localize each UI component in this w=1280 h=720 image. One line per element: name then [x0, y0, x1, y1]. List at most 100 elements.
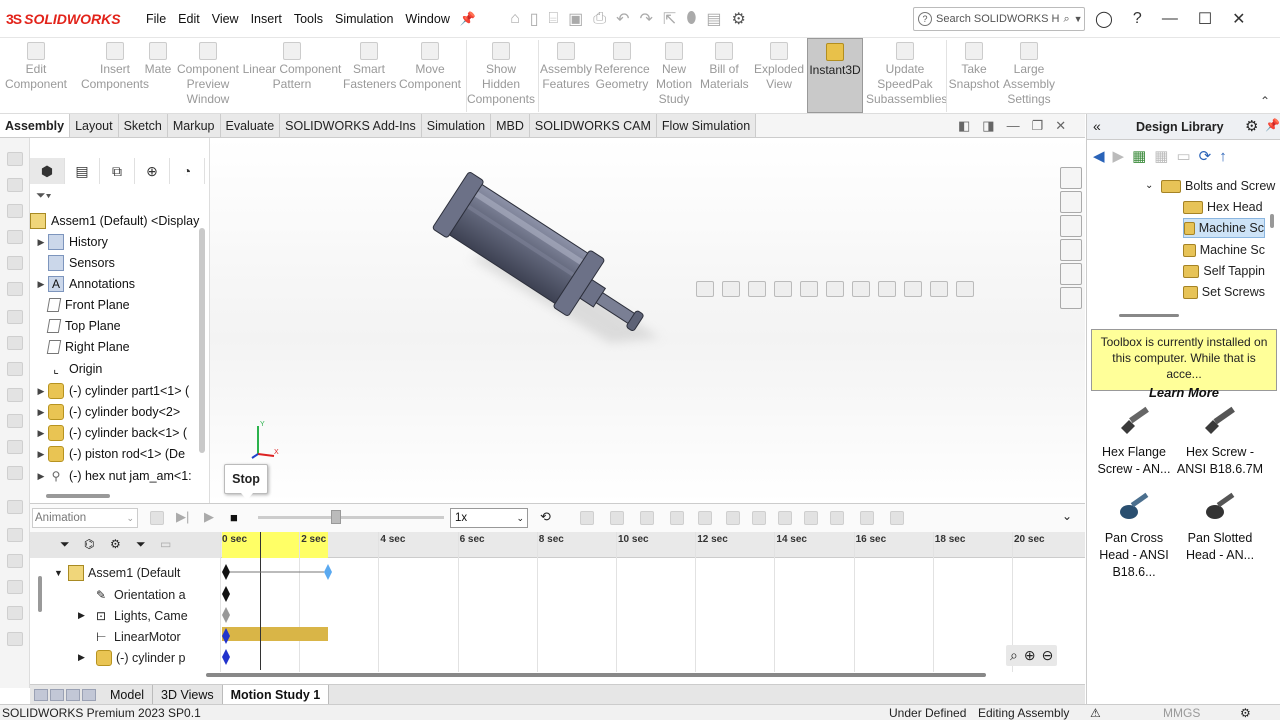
large-assembly-settings-button[interactable]: Large Assembly Settings [1002, 42, 1056, 107]
tile-right-icon[interactable]: ◨ [982, 118, 994, 134]
tab-assembly[interactable]: Assembly [0, 114, 71, 137]
calculate-icon[interactable] [150, 511, 164, 525]
user-account-icon[interactable]: ◯ [1095, 9, 1113, 29]
tree-item-sensors[interactable]: Sensors [34, 253, 115, 273]
tab-markup[interactable]: Markup [167, 114, 221, 137]
gravity-icon[interactable] [830, 511, 844, 525]
expand-arrow-icon[interactable]: ▶ [34, 386, 48, 397]
strip-tool-icon[interactable] [7, 256, 23, 270]
help-icon[interactable]: ? [1133, 10, 1142, 28]
appearances-icon[interactable] [1060, 263, 1082, 285]
tree-item-right-plane[interactable]: Right Plane [34, 337, 130, 357]
menu-simulation[interactable]: Simulation [329, 0, 399, 38]
expand-arrow-icon[interactable]: ▶ [34, 279, 48, 290]
contact-icon[interactable] [804, 511, 818, 525]
zoom-to-fit-timeline-icon[interactable]: ⌕ [1010, 647, 1018, 664]
collapse-pane-icon[interactable]: « [1093, 118, 1101, 134]
select-icon[interactable]: ⇱ [663, 9, 676, 29]
zoom-to-area-icon[interactable] [722, 281, 740, 297]
tab-mbd[interactable]: MBD [491, 114, 530, 137]
units-selector[interactable]: MMGS [1163, 706, 1200, 720]
solidworks-resources-icon[interactable] [1060, 167, 1082, 189]
edit-component-button[interactable]: Edit Component [4, 42, 68, 92]
folder-bolts-and-screws[interactable]: Bolts and Screw [1161, 176, 1280, 196]
rebuild-status-icon[interactable]: ⚠ [1090, 706, 1101, 720]
stop-icon[interactable]: ■ [230, 510, 238, 525]
customize-statusbar-icon[interactable]: ⚙ [1240, 706, 1251, 720]
save-icon[interactable]: ▣ [568, 9, 583, 29]
instant3d-button[interactable]: Instant3D [807, 38, 863, 113]
pin-pane-icon[interactable]: 📌 [1265, 118, 1280, 132]
next-tab-icon[interactable] [66, 688, 80, 701]
strip-tool-icon[interactable] [7, 388, 23, 402]
folder-set-screws[interactable]: Set Screws [1183, 282, 1265, 302]
expand-arrow-icon[interactable]: ▶ [34, 449, 48, 460]
bill-of-materials-button[interactable]: Bill of Materials [700, 42, 749, 92]
strip-tool-icon[interactable] [7, 282, 23, 296]
zoom-in-timeline-icon[interactable]: ⊕ [1024, 647, 1036, 664]
motion-tree-orientation[interactable]: ✎ Orientation a [96, 584, 186, 605]
rebuild-icon[interactable]: ⬮ [686, 10, 696, 28]
expand-arrow-icon[interactable]: ▶ [78, 610, 96, 621]
tab-motion-study-1[interactable]: Motion Study 1 [222, 684, 330, 705]
menu-insert[interactable]: Insert [245, 0, 288, 38]
filter-results-icon[interactable]: ▭ [160, 537, 171, 551]
pin-icon[interactable]: 📌 [460, 11, 476, 27]
reference-geometry-button[interactable]: Reference Geometry [594, 42, 650, 92]
menu-tools[interactable]: Tools [288, 0, 329, 38]
folder-machine-screws-selected[interactable]: Machine Sc [1183, 218, 1265, 238]
view-settings-icon[interactable] [956, 281, 974, 297]
strip-tool-icon[interactable] [7, 310, 23, 324]
forward-icon[interactable]: ▶ [1113, 147, 1125, 165]
tile-left-icon[interactable]: ◧ [958, 118, 970, 134]
tree-item-origin[interactable]: ⌞ Origin [34, 359, 102, 379]
maximize-window-icon[interactable]: ☐ [1198, 9, 1212, 29]
display-manager-tab-icon[interactable]: ◔ [170, 158, 205, 184]
tab-simulation[interactable]: Simulation [421, 114, 492, 137]
strip-tool-icon[interactable] [7, 362, 23, 376]
learn-more-link[interactable]: Learn More [1096, 385, 1272, 401]
keyframe-diamond[interactable] [222, 628, 230, 644]
folder-self-tapping[interactable]: Self Tappin [1183, 261, 1265, 281]
view-palette-icon[interactable] [1060, 239, 1082, 261]
dynamic-annotation-icon[interactable] [800, 281, 818, 297]
minimize-window-icon[interactable]: — [1162, 10, 1178, 28]
strip-tool-icon[interactable] [7, 414, 23, 428]
strip-tool-icon[interactable] [7, 204, 23, 218]
tree-item-component[interactable]: ▶ (-) cylinder body<2> [34, 402, 180, 422]
tree-item-component[interactable]: ▶ (-) piston rod<1> (De [34, 444, 185, 464]
animation-wizard-icon[interactable] [610, 511, 624, 525]
last-tab-icon[interactable] [82, 688, 96, 701]
redo-icon[interactable]: ↷ [640, 9, 653, 29]
tab-model[interactable]: Model [102, 684, 154, 705]
strip-tool-icon[interactable] [7, 528, 23, 542]
collapse-folder-arrow-icon[interactable]: ⌄ [1145, 180, 1153, 191]
zoom-to-fit-icon[interactable] [696, 281, 714, 297]
home-icon[interactable]: ⌂ [510, 10, 520, 28]
motion-properties-icon[interactable] [890, 511, 904, 525]
configurationmanager-tab-icon[interactable]: ⧉ [100, 158, 135, 184]
folder-hex-head[interactable]: Hex Head [1183, 197, 1265, 217]
tree-item-top-plane[interactable]: Top Plane [34, 316, 121, 336]
motor-icon[interactable] [698, 511, 712, 525]
results-icon[interactable] [860, 511, 874, 525]
playback-slider-thumb[interactable] [331, 510, 341, 524]
motion-tree-lights-cameras[interactable]: ▶ ⊡ Lights, Came [78, 605, 188, 626]
keyframe-diamond[interactable] [222, 607, 230, 623]
cylinder-model[interactable] [210, 138, 1085, 503]
add-to-library-icon[interactable]: ▦ [1132, 147, 1146, 165]
tree-item-front-plane[interactable]: Front Plane [34, 295, 130, 315]
move-component-button[interactable]: Move Component [398, 42, 462, 92]
playback-mode-icon[interactable]: ⟲ [540, 509, 551, 525]
playback-speed-select[interactable]: 1x ⌄ [450, 508, 528, 528]
add-file-location-icon[interactable]: ▦ [1154, 147, 1168, 165]
section-view-icon[interactable] [774, 281, 792, 297]
tree-root-assembly[interactable]: Assem1 (Default) <Display [30, 211, 199, 231]
back-icon[interactable]: ◀ [1093, 147, 1105, 165]
library-item-pan-slotted-head[interactable]: Pan Slotted Head - AN... [1175, 490, 1265, 564]
library-tree-scrollbar[interactable] [1270, 214, 1274, 228]
print-icon[interactable]: ⎙ [593, 10, 606, 28]
open-icon[interactable]: ⌸ [549, 10, 559, 28]
show-hidden-components-button[interactable]: Show Hidden Components [466, 42, 536, 107]
file-explorer-icon[interactable] [1060, 215, 1082, 237]
